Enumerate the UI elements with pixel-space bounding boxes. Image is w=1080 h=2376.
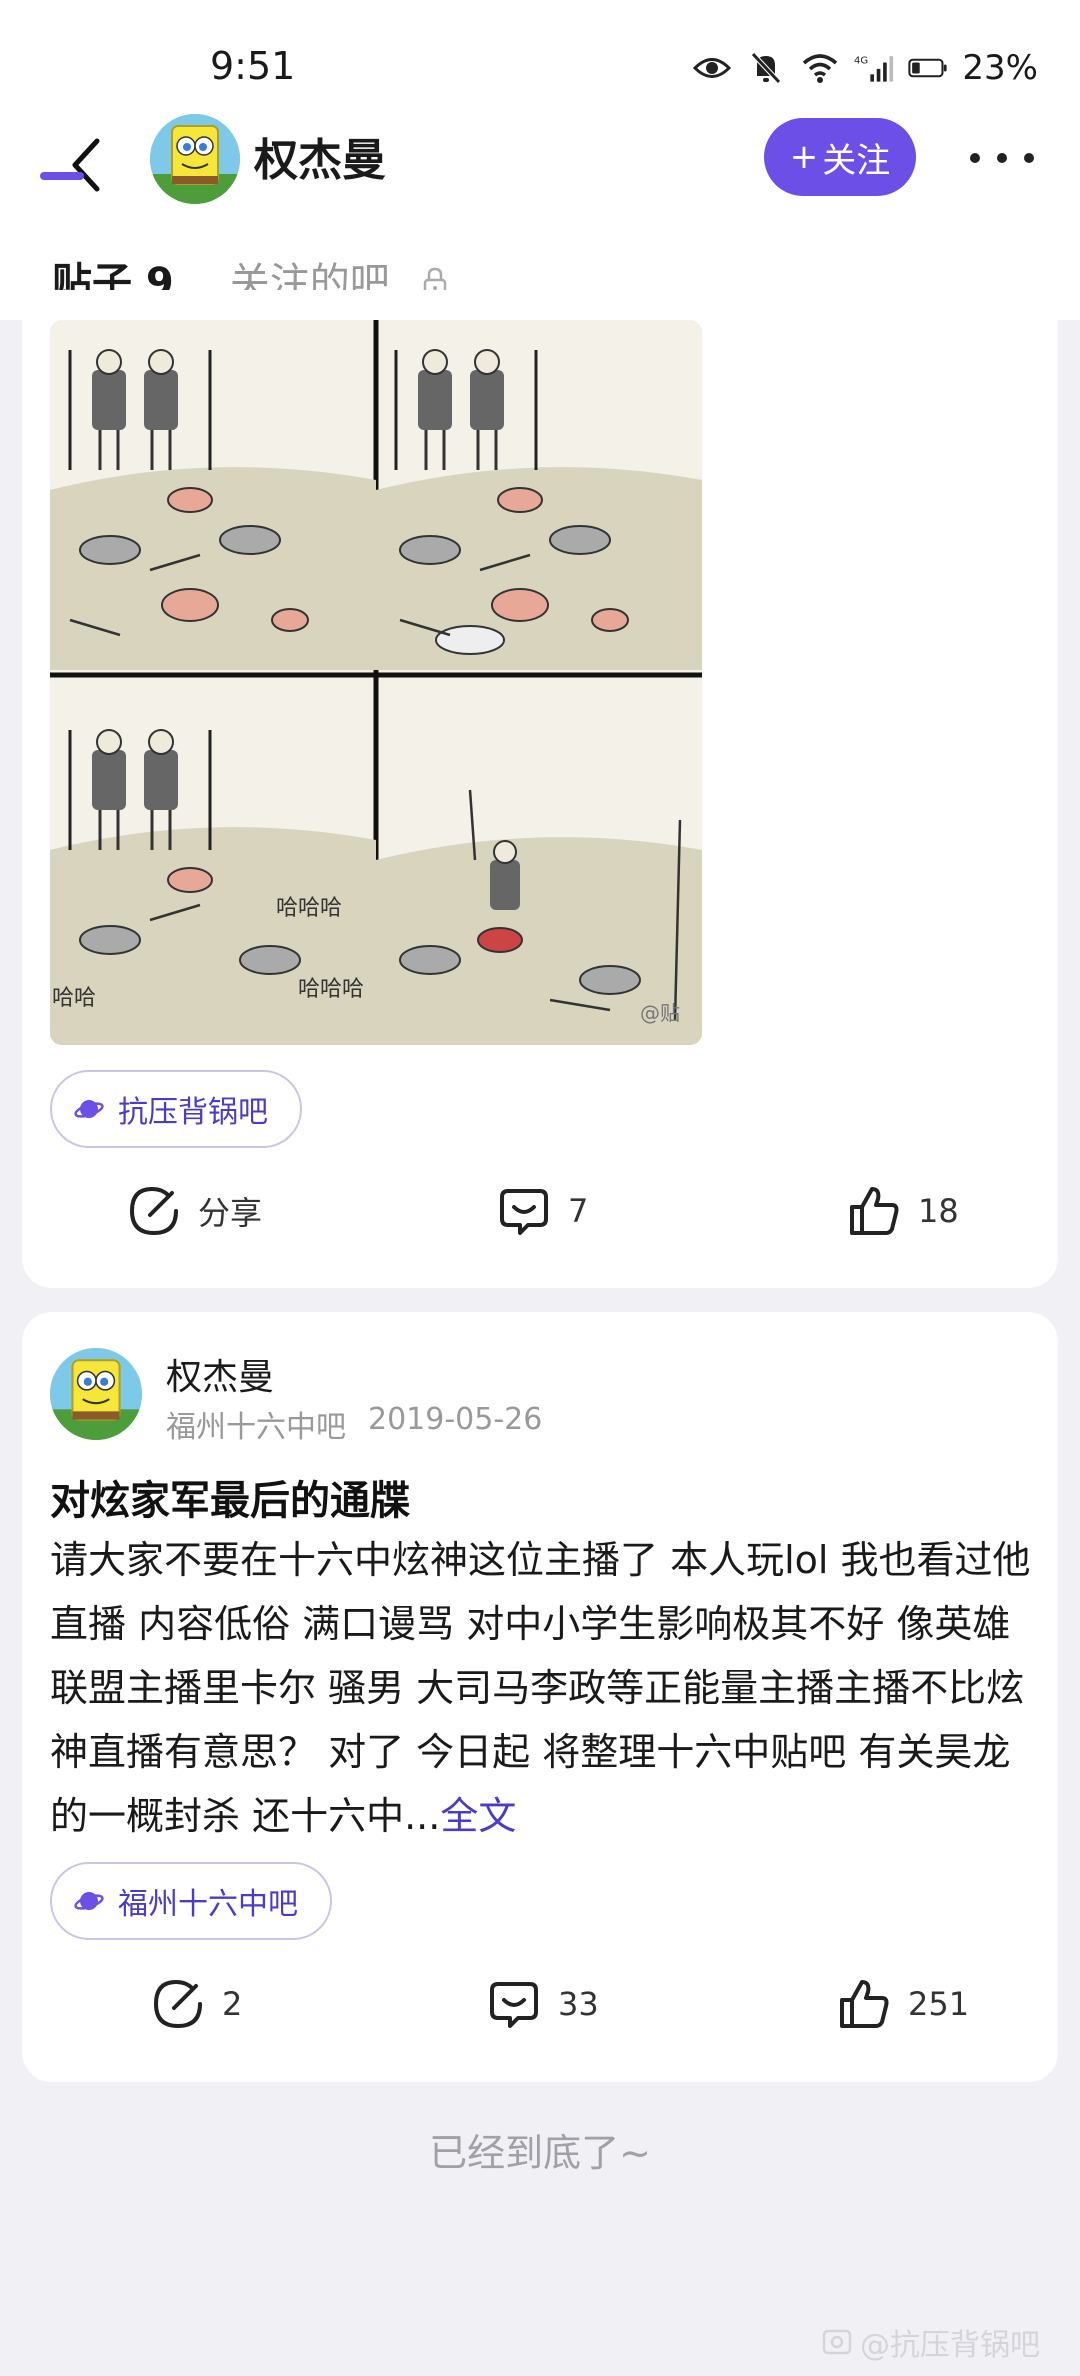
share-button[interactable]: 分享 bbox=[128, 1185, 262, 1237]
more-options-icon[interactable] bbox=[970, 138, 1034, 178]
planet-icon bbox=[74, 1100, 104, 1118]
comment-count: 33 bbox=[558, 1985, 599, 2023]
avatar[interactable] bbox=[150, 114, 240, 204]
post-author[interactable]: 权杰曼 bbox=[166, 1348, 274, 1400]
end-of-list-note: 已经到底了~ bbox=[429, 2131, 651, 2175]
author-avatar[interactable] bbox=[50, 1348, 142, 1440]
post-meta: 福州十六中吧 2019-05-26 bbox=[166, 1402, 542, 1446]
battery-percent: 23% bbox=[962, 48, 1038, 88]
comic-text: 哈哈哈 bbox=[298, 977, 364, 1002]
post-image[interactable]: 哈哈哈 哈哈哈 哈哈 @贴 bbox=[50, 320, 702, 1045]
profile-username: 权杰曼 bbox=[254, 135, 386, 186]
image-watermark: @贴 bbox=[640, 1001, 680, 1025]
comic-text: 哈哈哈 bbox=[276, 896, 342, 921]
share-icon bbox=[129, 1186, 178, 1236]
battery-icon bbox=[908, 48, 948, 88]
comment-button[interactable]: 33 bbox=[488, 1978, 599, 2030]
mute-bell-icon bbox=[746, 48, 786, 88]
profile-header: 权杰曼 + 关注 贴子 9 关注的吧 bbox=[0, 110, 1080, 320]
tab-indicator bbox=[40, 172, 84, 180]
thumbs-up-icon bbox=[840, 1980, 889, 2028]
comic-text: 哈哈 bbox=[52, 986, 96, 1011]
watermark-text: @抗压背锅吧 bbox=[860, 2328, 1040, 2363]
like-count: 18 bbox=[918, 1192, 959, 1230]
chevron-left-icon bbox=[72, 138, 100, 192]
follow-button[interactable]: + 关注 bbox=[764, 118, 916, 196]
forum-tag[interactable]: 福州十六中吧 bbox=[50, 1862, 332, 1940]
follow-label: 关注 bbox=[822, 140, 891, 181]
comment-button[interactable]: 7 bbox=[498, 1185, 588, 1237]
plus-icon: + bbox=[789, 137, 819, 177]
watermark: @抗压背锅吧 bbox=[822, 2320, 1040, 2364]
comment-icon bbox=[500, 1189, 548, 1235]
forum-tag[interactable]: 抗压背锅吧 bbox=[50, 1070, 302, 1148]
comic-image: 哈哈哈 哈哈哈 哈哈 @贴 bbox=[50, 320, 702, 1045]
post-forum-name[interactable]: 福州十六中吧 bbox=[166, 1402, 346, 1446]
like-button[interactable]: 18 bbox=[848, 1185, 959, 1237]
wifi-icon bbox=[800, 48, 840, 88]
post-title[interactable]: 对炫家军最后的通牒 bbox=[50, 1468, 410, 1526]
post-actions: 分享 7 18 bbox=[22, 1185, 1058, 1255]
post-card[interactable]: 权杰曼 福州十六中吧 2019-05-26 对炫家军最后的通牒 请大家不要在十六… bbox=[22, 1312, 1058, 2082]
4g-signal-icon: 4G bbox=[854, 48, 894, 88]
camera-icon bbox=[822, 2329, 852, 2355]
post-body-text: 请大家不要在十六中炫神这位主播了 本人玩lol 我也看过他直播 内容低俗 满口谩… bbox=[50, 1538, 1031, 1838]
back-button[interactable] bbox=[56, 130, 116, 200]
post-card[interactable]: 哈哈哈 哈哈哈 哈哈 @贴 抗压背锅吧 分享 7 18 bbox=[22, 290, 1058, 1288]
planet-icon bbox=[74, 1892, 104, 1910]
status-time: 9:51 bbox=[210, 44, 296, 88]
share-button[interactable]: 2 bbox=[152, 1978, 242, 2030]
status-icons: 4G 23% bbox=[692, 46, 1038, 90]
full-text-link[interactable]: 全文 bbox=[440, 1794, 516, 1838]
share-icon bbox=[153, 1979, 202, 2029]
eye-icon bbox=[692, 48, 732, 88]
share-count: 2 bbox=[222, 1985, 243, 2023]
forum-tag-label: 抗压背锅吧 bbox=[118, 1095, 268, 1130]
thumbs-up-icon bbox=[850, 1187, 899, 1235]
like-button[interactable]: 251 bbox=[838, 1978, 969, 2030]
comment-icon bbox=[490, 1982, 538, 2028]
post-actions: 2 33 251 bbox=[22, 1978, 1058, 2048]
forum-tag-label: 福州十六中吧 bbox=[118, 1887, 298, 1922]
post-body[interactable]: 请大家不要在十六中炫神这位主播了 本人玩lol 我也看过他直播 内容低俗 满口谩… bbox=[50, 1528, 1040, 1848]
svg-text:4G: 4G bbox=[854, 55, 868, 66]
post-date: 2019-05-26 bbox=[368, 1402, 543, 1437]
comment-count: 7 bbox=[568, 1192, 589, 1230]
like-count: 251 bbox=[908, 1985, 970, 2023]
share-label: 分享 bbox=[198, 1194, 263, 1232]
